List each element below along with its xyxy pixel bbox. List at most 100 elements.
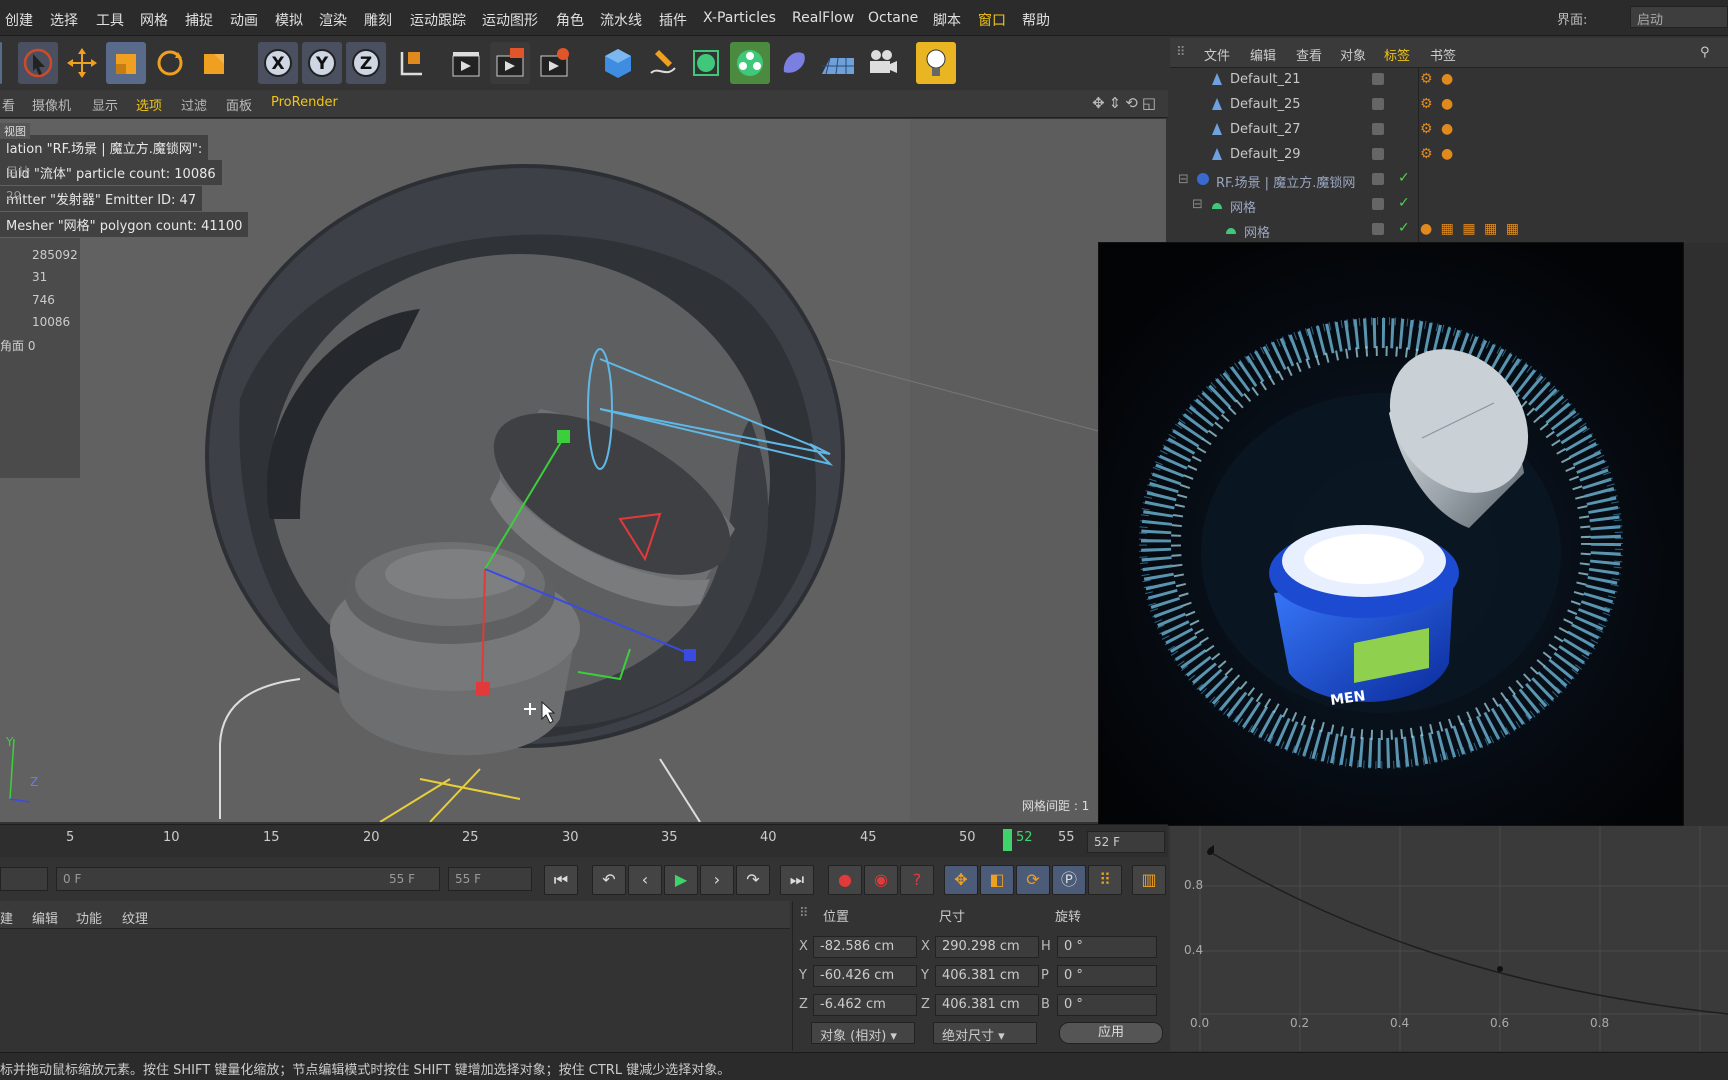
coordinate-mode-dropdown[interactable]: 对象 (相对) ▾: [811, 1022, 915, 1044]
render-to-picture-viewer[interactable]: [490, 42, 530, 84]
object-row[interactable]: Default_27 ⚙ ●: [1170, 118, 1728, 143]
play-button[interactable]: ▶: [664, 865, 698, 895]
visibility-toggle[interactable]: [1372, 148, 1384, 160]
object-tags[interactable]: ⚙ ●: [1420, 71, 1455, 87]
object-row[interactable]: Default_29 ⚙ ●: [1170, 143, 1728, 168]
x-axis-lock[interactable]: X: [258, 42, 298, 84]
object-tags[interactable]: ⚙ ●: [1420, 121, 1455, 137]
subdivision-surface-button[interactable]: [686, 42, 726, 84]
viewport-menu-panel[interactable]: 面板: [226, 95, 252, 114]
mat-menu-create[interactable]: 建: [0, 908, 13, 927]
om-menu-bookmarks[interactable]: 书签: [1430, 45, 1456, 64]
menu-plugins[interactable]: 插件: [659, 10, 687, 30]
previous-key-button[interactable]: ↶: [592, 865, 626, 895]
menu-animate[interactable]: 动画: [230, 10, 258, 30]
key-scale-button[interactable]: ◧: [980, 865, 1014, 895]
om-menu-tags[interactable]: 标签: [1384, 45, 1410, 64]
rotate-tool[interactable]: [150, 42, 190, 84]
key-pla-button[interactable]: ⠿: [1088, 865, 1122, 895]
menu-tools[interactable]: 工具: [96, 10, 124, 30]
layout-select[interactable]: 启动: [1630, 6, 1728, 28]
3d-viewport[interactable]: lation "RF.场景 | 魔立方.魔锁网": luid "流体" part…: [0, 119, 1166, 822]
light-button[interactable]: [916, 42, 956, 84]
enable-check[interactable]: ✓: [1398, 170, 1410, 186]
menu-window[interactable]: 窗口: [978, 10, 1006, 30]
rot-b-field[interactable]: 0 °: [1057, 994, 1157, 1016]
collapse-icon[interactable]: ⊟: [1192, 197, 1203, 212]
menu-sculpt[interactable]: 雕刻: [364, 10, 392, 30]
scale-tool[interactable]: [106, 42, 146, 84]
menu-mograph[interactable]: 运动图形: [482, 10, 538, 30]
menu-octane[interactable]: Octane: [868, 10, 918, 26]
om-menu-objects[interactable]: 对象: [1340, 45, 1366, 64]
viewport-menu-options[interactable]: 选项: [136, 95, 162, 114]
next-key-button[interactable]: ↷: [736, 865, 770, 895]
go-to-end-button[interactable]: ⏭: [780, 865, 814, 895]
menu-script[interactable]: 脚本: [933, 10, 961, 30]
mat-menu-function[interactable]: 功能: [76, 908, 102, 927]
key-parameter-button[interactable]: Ⓟ: [1052, 865, 1086, 895]
current-frame-field[interactable]: 52 F: [1087, 831, 1165, 853]
viewport-navigation-icons[interactable]: ✥⇕⟲◱: [1092, 94, 1160, 112]
record-keys-button[interactable]: ●: [828, 865, 862, 895]
key-rotation-button[interactable]: ⟳: [1016, 865, 1050, 895]
menu-snap[interactable]: 捕捉: [185, 10, 213, 30]
size-mode-dropdown[interactable]: 绝对尺寸 ▾: [933, 1022, 1037, 1044]
size-z-field[interactable]: 406.381 cm: [935, 994, 1039, 1016]
max-frame-field[interactable]: 55 F: [448, 867, 532, 891]
collapse-icon[interactable]: ⊟: [1178, 172, 1189, 187]
om-menu-edit[interactable]: 编辑: [1250, 45, 1276, 64]
playhead[interactable]: [1003, 829, 1012, 851]
rot-p-field[interactable]: 0 °: [1057, 965, 1157, 987]
camera-button[interactable]: [862, 42, 902, 84]
y-axis-lock[interactable]: Y: [302, 42, 342, 84]
go-to-start-button[interactable]: ⏮: [544, 865, 578, 895]
object-row[interactable]: ⊟ 网格 ✓: [1170, 193, 1728, 218]
visibility-toggle[interactable]: [1372, 198, 1384, 210]
object-tags[interactable]: ⚙ ●: [1420, 146, 1455, 162]
search-icon[interactable]: ⚲: [1700, 45, 1710, 60]
viewport-menu-camera[interactable]: 摄像机: [32, 95, 71, 114]
fcurve-editor[interactable]: 0.8 0.4 0.0 0.2 0.4 0.6 0.8: [1170, 826, 1728, 1051]
cloner-button[interactable]: [730, 42, 770, 84]
next-frame-button[interactable]: ›: [700, 865, 734, 895]
menu-x-particles[interactable]: X-Particles: [703, 10, 776, 26]
menu-character[interactable]: 角色: [556, 10, 584, 30]
timeline-scheme-button[interactable]: ▥: [1132, 865, 1166, 895]
render-settings-button[interactable]: [534, 42, 574, 84]
menu-simulate[interactable]: 模拟: [275, 10, 303, 30]
last-tool[interactable]: [194, 42, 234, 84]
keyframe-selection-button[interactable]: ?: [900, 865, 934, 895]
menu-motion-tracking[interactable]: 运动跟踪: [410, 10, 466, 30]
render-view-button[interactable]: [446, 42, 486, 84]
coordinate-system-toggle[interactable]: [390, 42, 430, 84]
pen-spline-button[interactable]: [642, 42, 682, 84]
pos-z-field[interactable]: -6.462 cm: [813, 994, 917, 1016]
live-selection-tool[interactable]: [18, 42, 58, 84]
viewport-menu-prorender[interactable]: ProRender: [271, 95, 338, 110]
pos-x-field[interactable]: -82.586 cm: [813, 936, 917, 958]
timeline-ruler[interactable]: 5 10 15 20 25 30 35 40 45 50 52 55 52 F: [0, 824, 1168, 857]
visibility-toggle[interactable]: [1372, 223, 1384, 235]
visibility-toggle[interactable]: [1372, 123, 1384, 135]
mat-menu-texture[interactable]: 纹理: [122, 908, 148, 927]
floor-button[interactable]: [818, 42, 858, 84]
enable-check[interactable]: ✓: [1398, 195, 1410, 211]
key-position-button[interactable]: ✥: [944, 865, 978, 895]
menu-render[interactable]: 渲染: [319, 10, 347, 30]
visibility-toggle[interactable]: [1372, 173, 1384, 185]
viewport-menu-filter[interactable]: 过滤: [181, 95, 207, 114]
menu-pipeline[interactable]: 流水线: [600, 10, 642, 30]
cube-primitive-button[interactable]: [598, 42, 638, 84]
object-row[interactable]: Default_25 ⚙ ●: [1170, 93, 1728, 118]
menu-mesh[interactable]: 网格: [140, 10, 168, 30]
menu-select[interactable]: 选择: [50, 10, 78, 30]
object-row[interactable]: 网格 ✓ ● ▦ ▦ ▦ ▦: [1170, 218, 1728, 243]
menu-create[interactable]: 创建: [5, 10, 33, 30]
object-tags[interactable]: ⚙ ●: [1420, 96, 1455, 112]
size-y-field[interactable]: 406.381 cm: [935, 965, 1039, 987]
previous-frame-button[interactable]: ‹: [628, 865, 662, 895]
viewport-menu-view[interactable]: 看: [2, 95, 15, 114]
viewport-menu-display[interactable]: 显示: [92, 95, 118, 114]
menu-help[interactable]: 帮助: [1022, 10, 1050, 30]
